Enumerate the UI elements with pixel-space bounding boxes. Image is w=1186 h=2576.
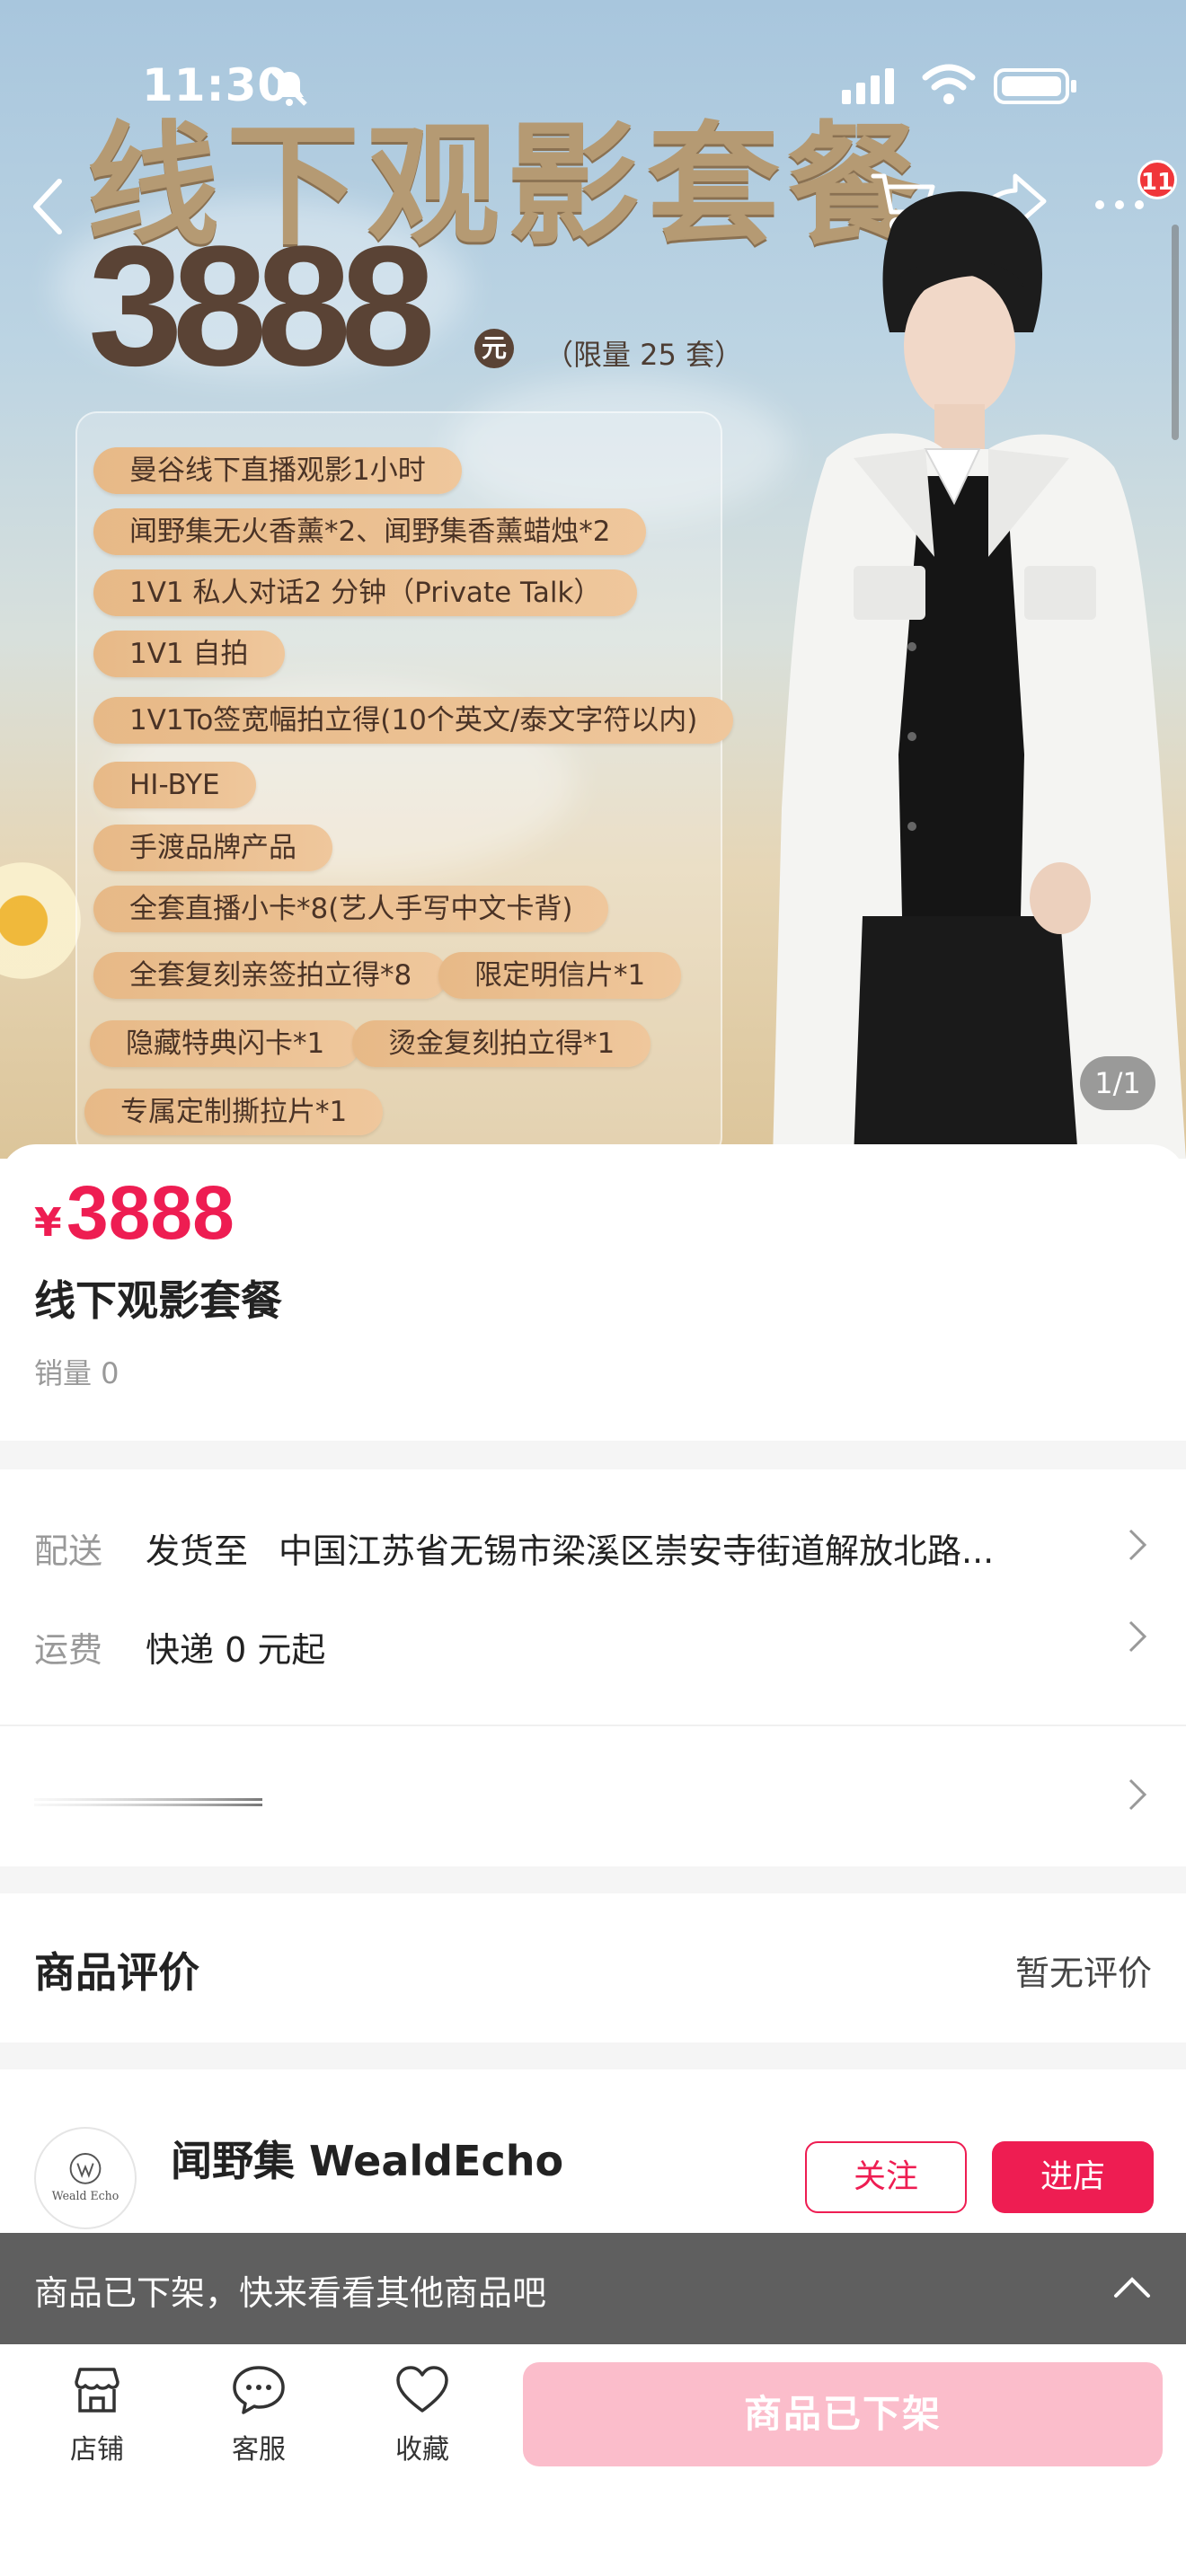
scrollbar[interactable] bbox=[1172, 225, 1179, 440]
delivery-address: 中国江苏省无锡市梁溪区崇安寺街道解放北路... bbox=[279, 1531, 995, 1571]
sales-count: 销量 0 bbox=[34, 1356, 119, 1390]
chevron-up-icon[interactable] bbox=[1111, 2271, 1154, 2303]
product-banner[interactable]: 11:30 线下观影套餐 3888 元 （限量 25 套） 11 曼谷线下直播观… bbox=[0, 0, 1186, 1159]
model-photo bbox=[773, 191, 1186, 1159]
chevron-left-icon[interactable] bbox=[22, 174, 75, 239]
shop-logo-text: Weald Echo bbox=[52, 2189, 119, 2202]
price-card: ¥ 3888 线下观影套餐 销量 0 bbox=[0, 1144, 1186, 1441]
feature-pill: 限定明信片*1 bbox=[438, 952, 682, 999]
banner-price: 3888 bbox=[88, 211, 436, 401]
review-title: 商品评价 bbox=[34, 1948, 199, 1997]
feature-pill: 1V1 自拍 bbox=[93, 631, 285, 677]
feature-pill: 1V1 私人对话2 分钟（Private Talk） bbox=[93, 569, 638, 616]
delivery-section[interactable]: 配送 发货至 中国江苏省无锡市梁溪区崇安寺街道解放北路... 运费 快递 0 元… bbox=[0, 1469, 1186, 1725]
store-icon bbox=[75, 2368, 119, 2413]
banner-limit-text: （限量 25 套） bbox=[544, 338, 744, 372]
unavailable-button[interactable]: 商品已下架 bbox=[523, 2362, 1163, 2466]
feature-pill: 曼谷线下直播观影1小时 bbox=[93, 447, 462, 494]
feature-pill: 闻野集无火香薰*2、闻野集香薰蜡烛*2 bbox=[93, 508, 647, 555]
heart-icon bbox=[396, 2366, 448, 2413]
feature-pill: 1V1To签宽幅拍立得(10个英文/泰文字符以内) bbox=[93, 697, 734, 744]
shipping-fee-text: 快递 0 元起 bbox=[146, 1630, 326, 1670]
tab-favorite-label: 收藏 bbox=[395, 2434, 449, 2466]
chevron-right-icon[interactable] bbox=[1125, 1619, 1150, 1654]
chevron-right-icon[interactable] bbox=[1125, 1527, 1150, 1563]
delivery-label: 配送 bbox=[34, 1531, 103, 1571]
feature-pill: 全套复刻亲签拍立得*8 bbox=[93, 952, 448, 999]
banner-yuan-badge: 元 bbox=[474, 329, 514, 368]
feature-pill: 烫金复刻拍立得*1 bbox=[352, 1020, 651, 1067]
product-name: 线下观影套餐 bbox=[34, 1276, 282, 1325]
chat-bubble-icon bbox=[233, 2366, 285, 2414]
feature-pill: HI-BYE bbox=[93, 762, 256, 808]
redacted-text bbox=[34, 1798, 262, 1806]
ship-to-label: 发货至 bbox=[146, 1531, 249, 1571]
section-gap bbox=[0, 1441, 1186, 1469]
tab-store[interactable]: 店铺 bbox=[34, 2360, 160, 2486]
feature-pill: 全套直播小卡*8(艺人手写中文卡背) bbox=[93, 886, 609, 932]
section-gap bbox=[0, 2042, 1186, 2069]
shop-logo-mark: Weald Echo bbox=[52, 2153, 119, 2202]
wifi-icon bbox=[922, 64, 976, 104]
enter-shop-button[interactable]: 进店 bbox=[992, 2141, 1154, 2213]
offline-notice-text: 商品已下架，快来看看其他商品吧 bbox=[34, 2273, 547, 2313]
flower-decoration bbox=[0, 862, 81, 979]
tab-customer-service-label: 客服 bbox=[232, 2434, 286, 2466]
product-price: 3888 bbox=[66, 1170, 235, 1255]
section-gap bbox=[0, 1866, 1186, 1893]
chevron-right-icon[interactable] bbox=[1125, 1777, 1150, 1813]
currency-symbol: ¥ bbox=[34, 1200, 62, 1246]
shop-name[interactable]: 闻野集 WealdEcho bbox=[171, 2129, 563, 2188]
review-section[interactable]: 商品评价 暂无评价 bbox=[0, 1893, 1186, 2042]
battery-icon bbox=[994, 68, 1076, 104]
feature-pill: 隐藏特典闪卡*1 bbox=[90, 1020, 361, 1067]
shop-logo[interactable]: Weald Echo bbox=[34, 2127, 137, 2229]
follow-button[interactable]: 关注 bbox=[805, 2141, 967, 2213]
review-status: 暂无评价 bbox=[1014, 1954, 1152, 1993]
offline-notice-bar[interactable]: 商品已下架，快来看看其他商品吧 bbox=[0, 2233, 1186, 2344]
tab-store-label: 店铺 bbox=[70, 2434, 124, 2466]
bottom-action-bar: 店铺 客服 收藏 商品已下架 bbox=[0, 2344, 1186, 2576]
shipping-fee-label: 运费 bbox=[34, 1630, 103, 1670]
page-indicator: 1/1 bbox=[1080, 1056, 1155, 1110]
tab-customer-service[interactable]: 客服 bbox=[196, 2360, 322, 2486]
feature-pill: 专属定制撕拉片*1 bbox=[84, 1089, 384, 1135]
tab-favorite[interactable]: 收藏 bbox=[359, 2360, 485, 2486]
feature-pill: 手渡品牌产品 bbox=[93, 825, 332, 871]
